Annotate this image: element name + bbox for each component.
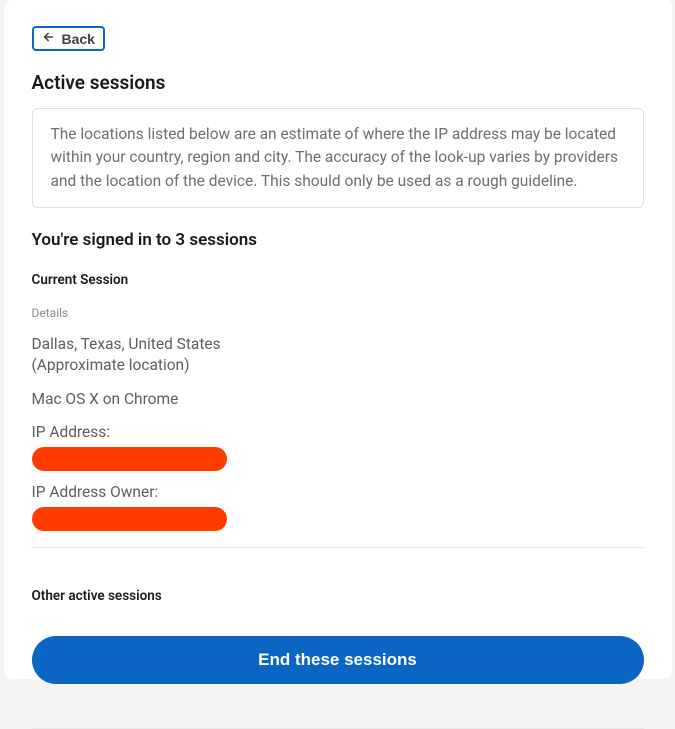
ip-owner-redacted [32, 507, 227, 531]
back-button-label: Back [62, 31, 95, 47]
details-label: Details [32, 306, 644, 320]
session-location: Dallas, Texas, United States (Approximat… [32, 334, 644, 377]
approximate-text: (Approximate location) [32, 356, 190, 374]
ip-owner-label: IP Address Owner: [32, 483, 644, 501]
ip-address-redacted [32, 447, 227, 471]
location-notice: The locations listed below are an estima… [32, 108, 644, 208]
session-count: You're signed in to 3 sessions [32, 230, 644, 250]
arrow-left-icon [42, 30, 56, 47]
end-sessions-button[interactable]: End these sessions [32, 636, 644, 684]
page-title: Active sessions [32, 71, 644, 94]
back-button[interactable]: Back [32, 26, 105, 51]
current-session-label: Current Session [32, 272, 644, 288]
divider [32, 547, 644, 548]
settings-card: Back Active sessions The locations liste… [4, 0, 672, 679]
session-platform: Mac OS X on Chrome [32, 389, 644, 411]
other-sessions-label: Other active sessions [32, 588, 644, 604]
ip-address-label: IP Address: [32, 423, 644, 441]
location-text: Dallas, Texas, United States [32, 335, 221, 353]
